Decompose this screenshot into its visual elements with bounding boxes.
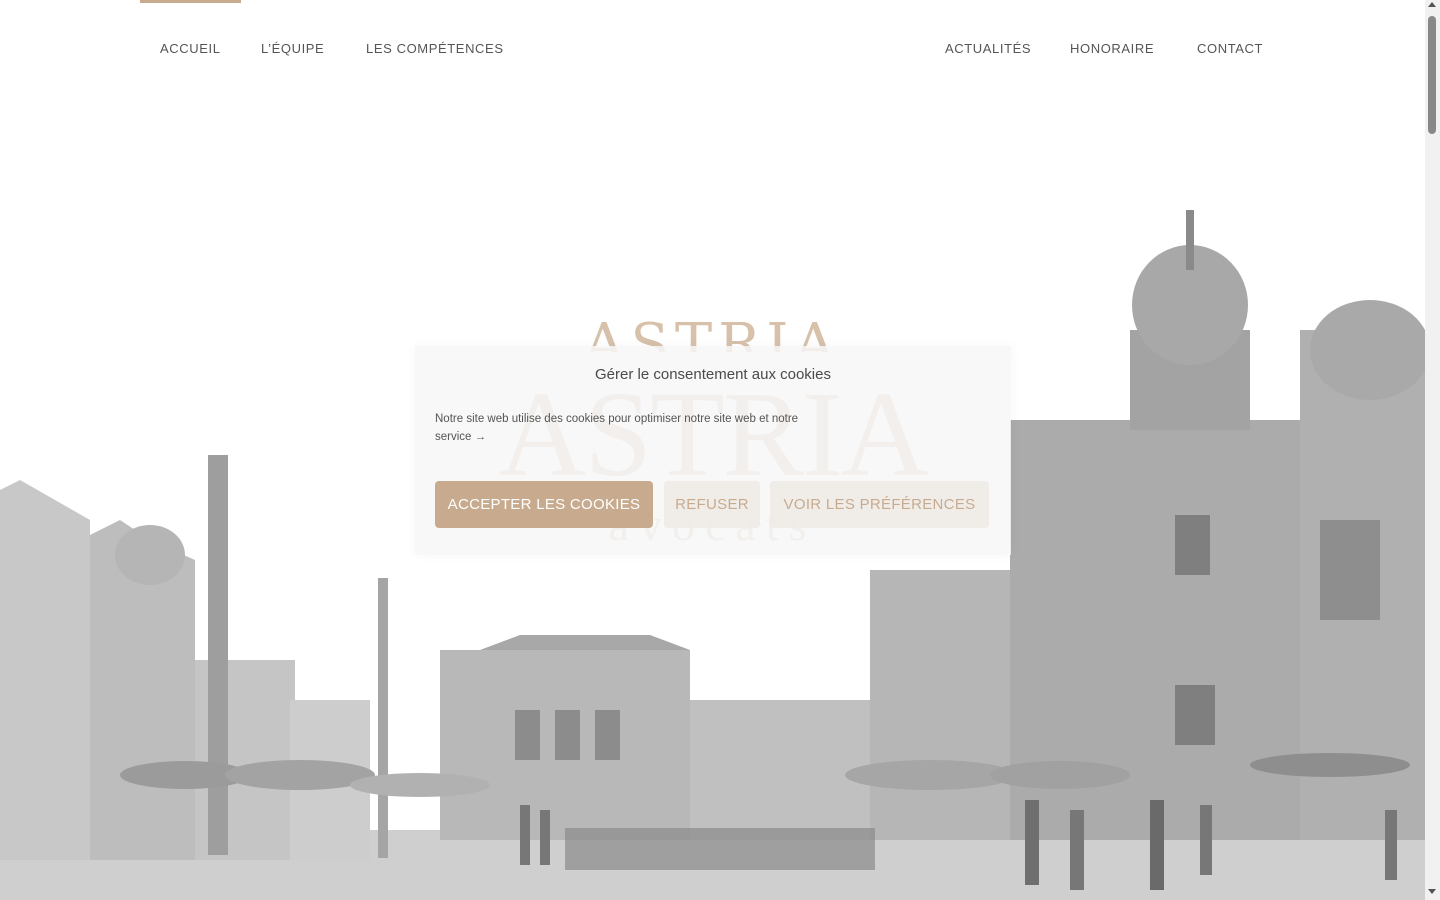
cookie-service-link[interactable]: service →: [435, 431, 486, 443]
nav-item-equipe[interactable]: L’ÉQUIPE: [261, 41, 324, 56]
refuse-cookies-button[interactable]: REFUSER: [664, 481, 760, 528]
cookie-text-body: Notre site web utilise des cookies pour …: [435, 413, 799, 425]
page-scrollbar[interactable]: [1425, 0, 1440, 900]
view-preferences-button[interactable]: VOIR LES PRÉFÉRENCES: [770, 481, 989, 528]
main-navigation: ACCUEIL L’ÉQUIPE LES COMPÉTENCES ACTUALI…: [0, 41, 1425, 61]
nav-item-competences[interactable]: LES COMPÉTENCES: [366, 41, 504, 56]
nav-item-actualites[interactable]: ACTUALITÉS: [945, 41, 1031, 56]
cookie-dialog-text: Notre site web utilise des cookies pour …: [435, 410, 895, 446]
cookie-consent-dialog: Gérer le consentement aux cookies Notre …: [415, 346, 1011, 555]
cookie-dialog-title: Gérer le consentement aux cookies: [595, 366, 831, 383]
accept-cookies-button[interactable]: ACCEPTER LES COOKIES: [435, 481, 653, 528]
nav-item-contact[interactable]: CONTACT: [1197, 41, 1263, 56]
scroll-up-arrow-icon[interactable]: [1428, 2, 1436, 7]
nav-item-accueil[interactable]: ACCUEIL: [160, 41, 221, 56]
scroll-down-arrow-icon[interactable]: [1428, 889, 1436, 894]
scrollbar-thumb[interactable]: [1428, 16, 1436, 134]
nav-item-honoraire[interactable]: HONORAIRE: [1070, 41, 1154, 56]
nav-active-indicator: [140, 0, 241, 3]
